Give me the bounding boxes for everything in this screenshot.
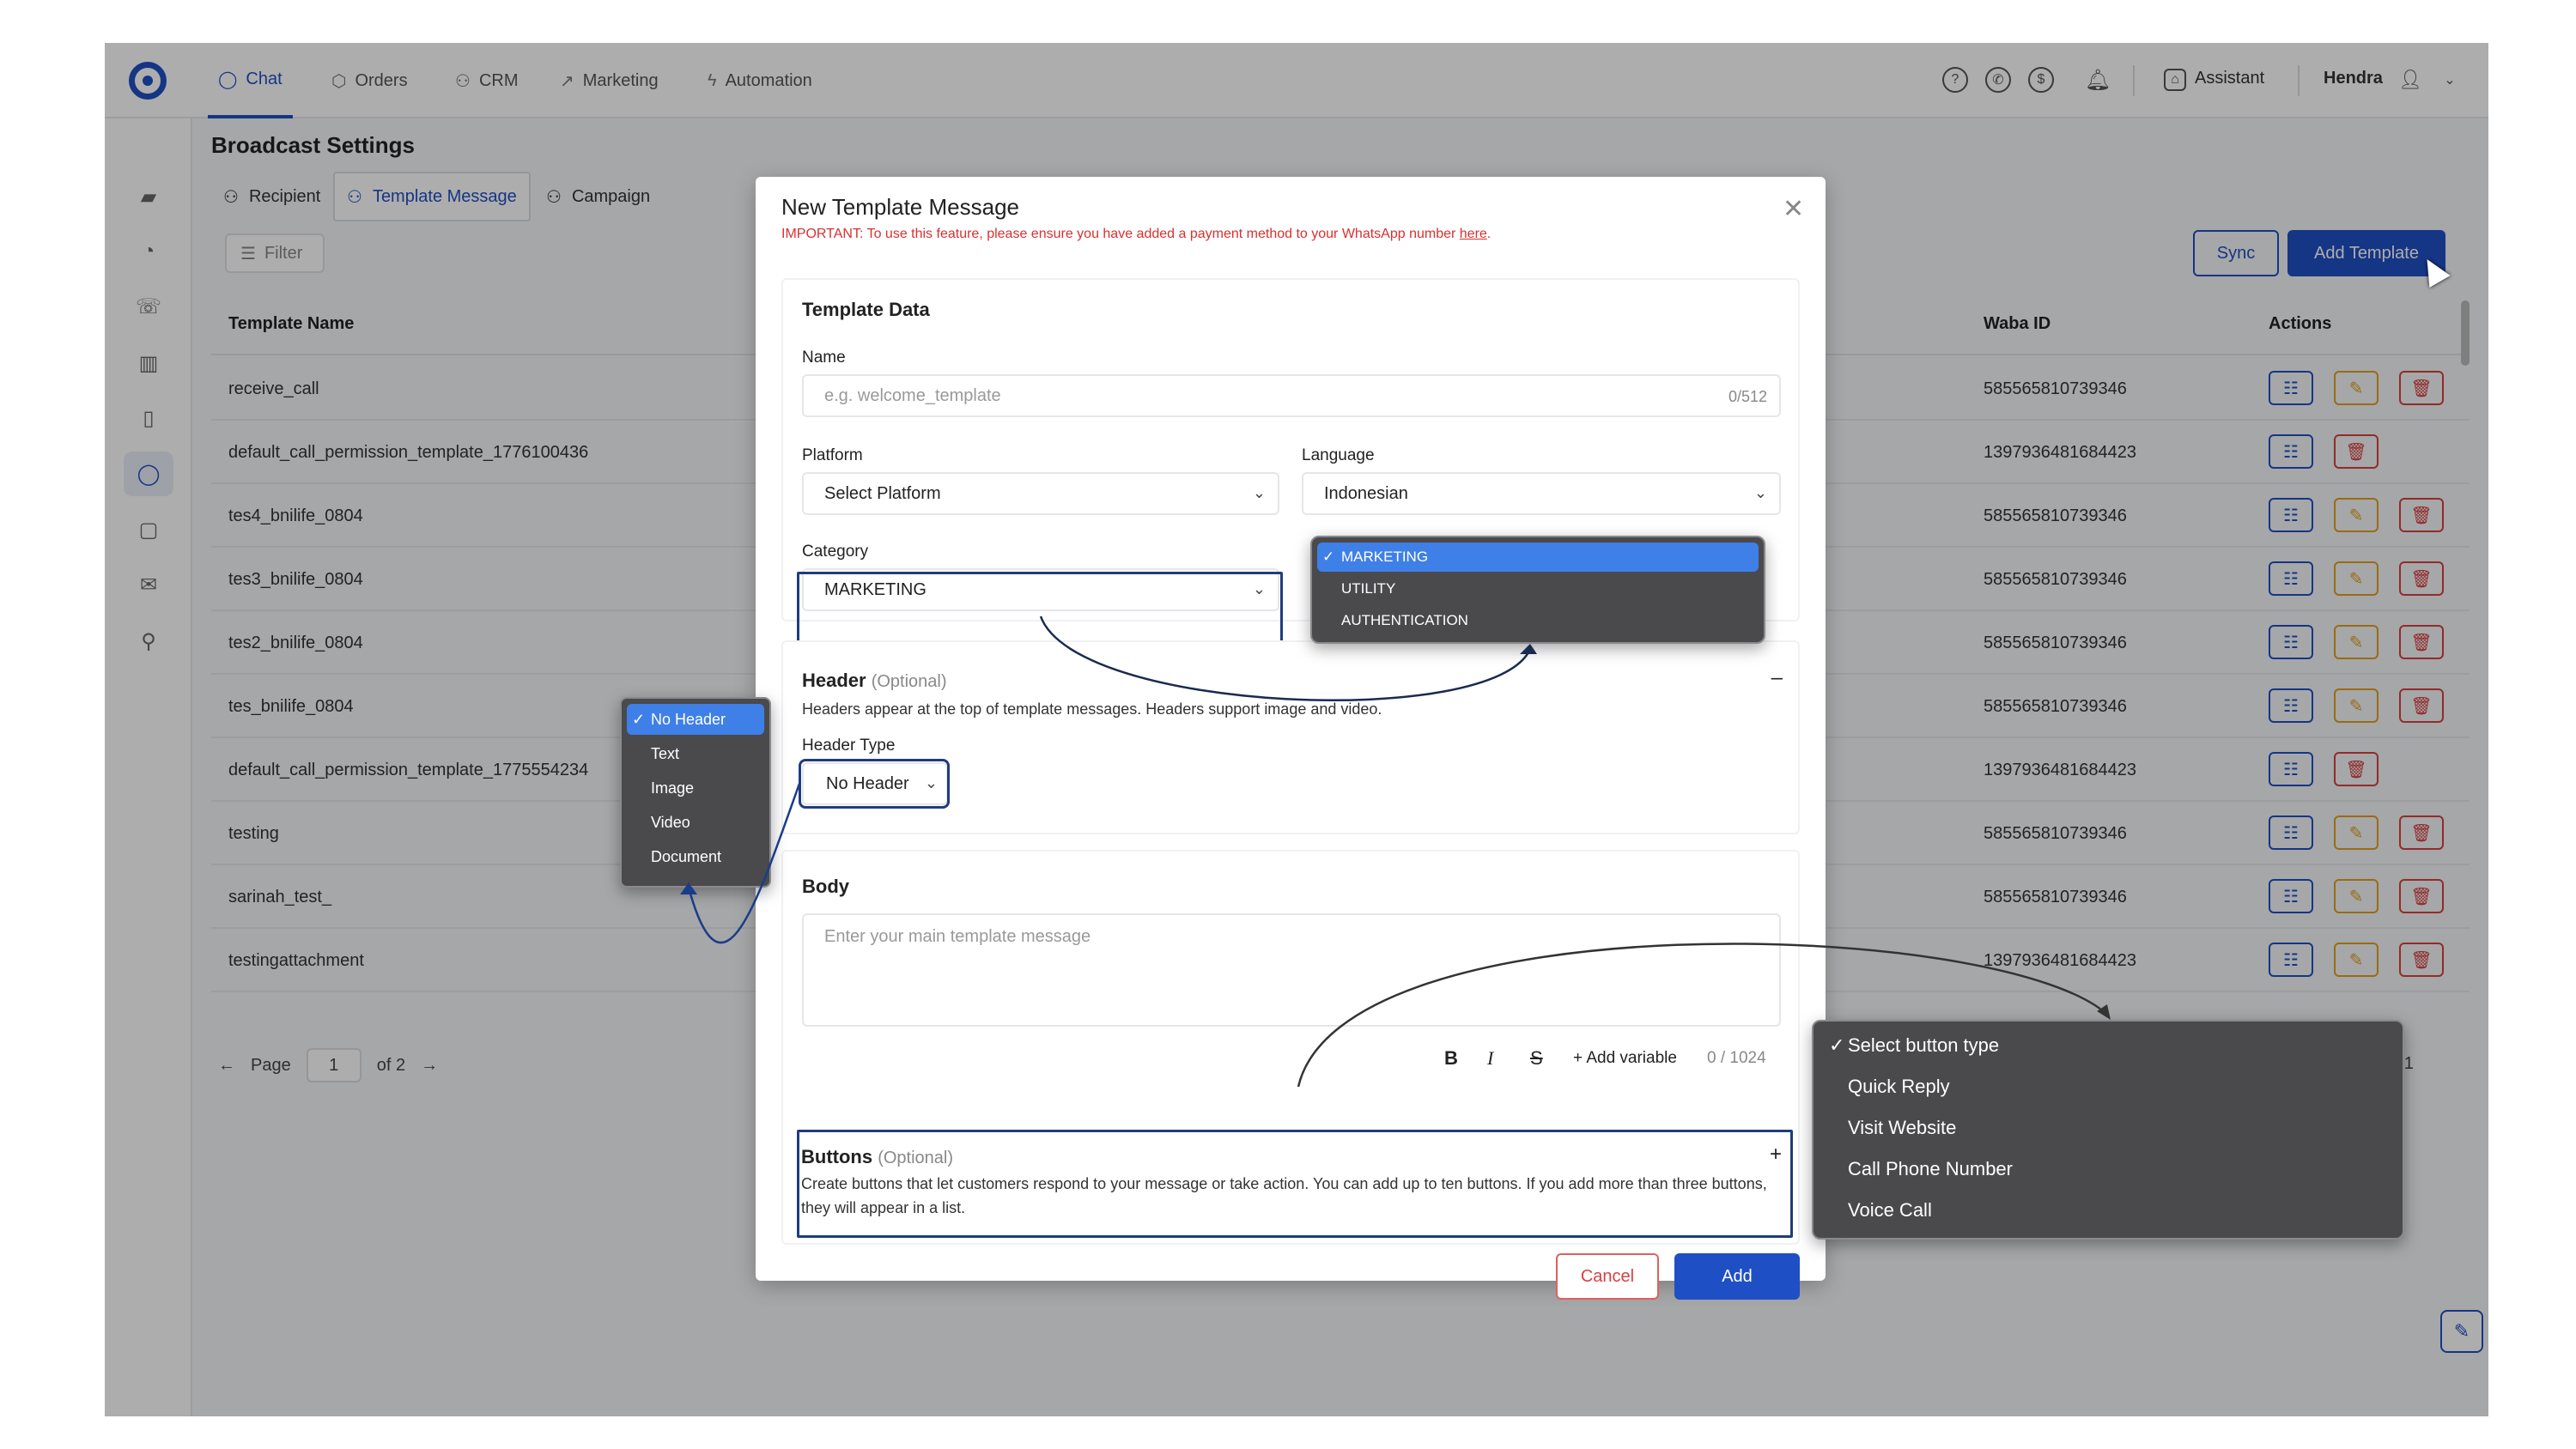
- annotation-arrows: [680, 615, 2111, 1088]
- category-arrowhead: [1520, 644, 1537, 654]
- header-arrowhead: [680, 882, 697, 894]
- app-window: ◯ Chat ⬡ Orders ⚇ CRM ↗ Marketing ϟ Auto…: [105, 43, 2488, 1416]
- header-arrow: [687, 780, 802, 944]
- buttons-arrow: [1297, 943, 2106, 1088]
- category-arrow: [1039, 615, 1532, 701]
